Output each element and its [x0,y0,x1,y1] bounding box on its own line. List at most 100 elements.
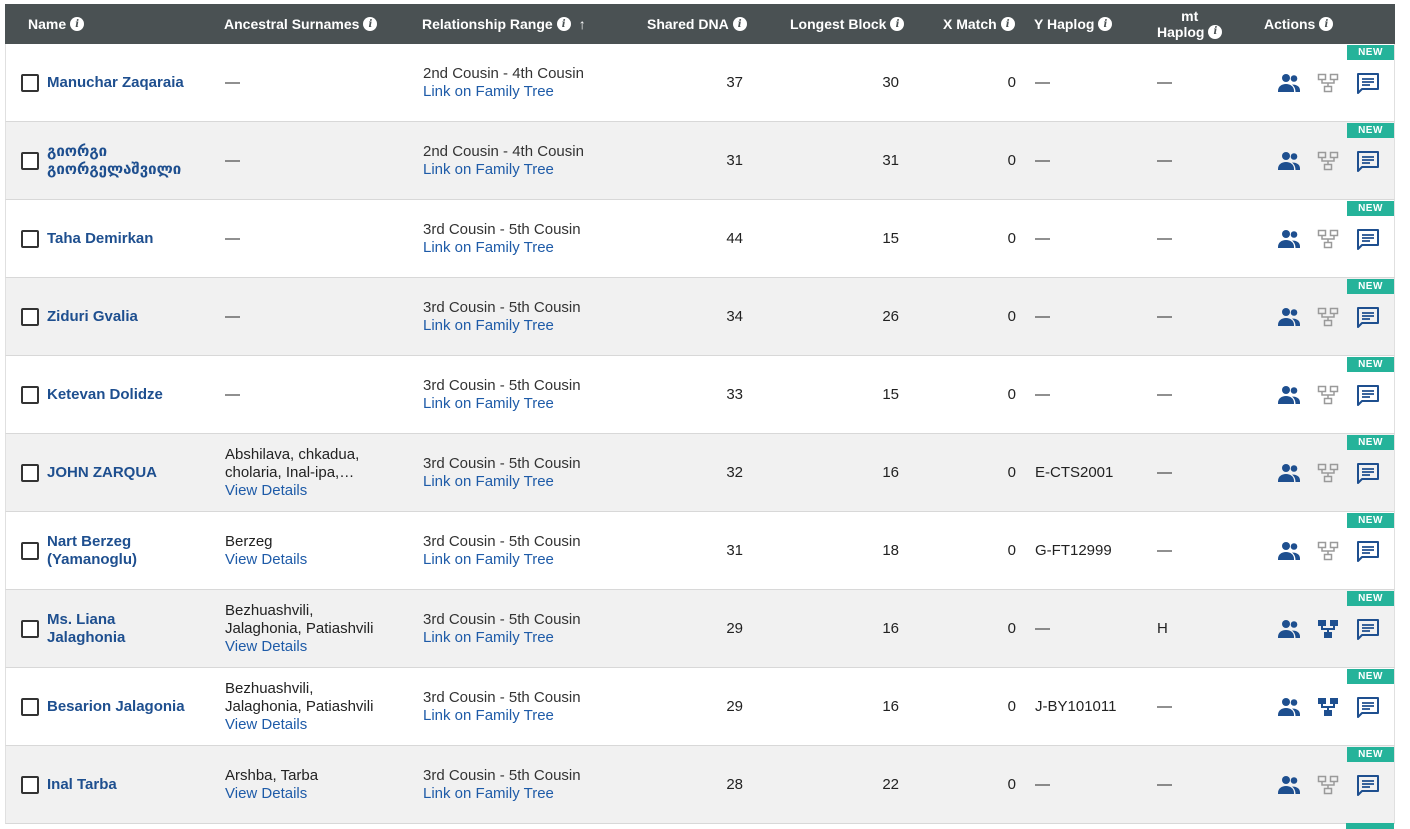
longest-block-value: 18 [806,512,899,589]
longest-block-text: 16 [882,697,899,715]
row-select-checkbox[interactable] [21,542,39,560]
row-select-checkbox[interactable] [21,152,39,170]
column-header-y-haplog[interactable]: Y Haplog i [1034,4,1113,44]
row-select-checkbox[interactable] [21,776,39,794]
match-name-link[interactable]: Ziduri Gvalia [47,278,217,355]
match-name-line[interactable]: Nart Berzeg [47,533,217,551]
message-icon[interactable] [1356,228,1380,250]
info-icon[interactable]: i [556,17,571,31]
link-on-family-tree[interactable]: Link on Family Tree [423,83,643,101]
column-header-relationship-range[interactable]: Relationship Range i ↑ [422,4,586,44]
match-name-link[interactable]: Nart Berzeg (Yamanoglu) [47,512,217,589]
shared-matches-icon[interactable] [1277,384,1301,406]
info-icon[interactable]: i [363,17,378,31]
longest-block-value: 26 [806,278,899,355]
view-details-link[interactable]: View Details [225,638,405,656]
row-select-checkbox[interactable] [21,308,39,326]
view-details-link[interactable]: View Details [225,551,405,569]
match-name-line[interactable]: გიორგელაშვილი [47,161,217,179]
relationship-text: 3rd Cousin - 5th Cousin [423,298,581,316]
row-select-checkbox[interactable] [21,230,39,248]
match-name-link[interactable]: Manuchar Zaqaraia [47,44,217,121]
message-icon[interactable] [1356,384,1380,406]
match-name-line[interactable]: (Yamanoglu) [47,551,217,569]
sort-ascending-icon[interactable]: ↑ [579,16,586,32]
match-name-line[interactable]: გიორგი [47,143,217,161]
shared-matches-icon[interactable] [1277,462,1301,484]
y-haplog-value: E-CTS2001 [1035,434,1145,511]
row-select-checkbox[interactable] [21,698,39,716]
column-header-longest-block[interactable]: Longest Block i [790,4,905,44]
message-icon[interactable] [1356,462,1380,484]
link-on-family-tree[interactable]: Link on Family Tree [423,395,643,413]
shared-matches-icon[interactable] [1277,540,1301,562]
match-name-link[interactable]: გიორგი გიორგელაშვილი [47,122,217,199]
match-name-link[interactable]: Ms. Liana Jalaghonia [47,590,217,667]
match-name-line[interactable]: Jalaghonia [47,629,217,647]
message-icon[interactable] [1356,306,1380,328]
link-on-family-tree[interactable]: Link on Family Tree [423,317,643,335]
shared-matches-icon[interactable] [1277,72,1301,94]
view-details-link[interactable]: View Details [225,482,405,500]
view-details-link[interactable]: View Details [225,716,405,734]
longest-block-value: 15 [806,200,899,277]
match-name-line[interactable]: Manuchar Zaqaraia [47,74,217,92]
shared-matches-icon[interactable] [1277,228,1301,250]
shared-matches-icon[interactable] [1277,618,1301,640]
message-icon[interactable] [1356,774,1380,796]
link-on-family-tree[interactable]: Link on Family Tree [423,239,643,257]
match-name-link[interactable]: Taha Demirkan [47,200,217,277]
info-icon[interactable]: i [70,17,85,31]
row-select-checkbox[interactable] [21,620,39,638]
link-on-family-tree[interactable]: Link on Family Tree [423,629,643,647]
message-icon[interactable] [1356,150,1380,172]
column-header-mt-haplog[interactable]: mt Haplog i [1157,4,1223,44]
column-header-shared-dna[interactable]: Shared DNA i [647,4,747,44]
shared-dna-value: 44 [646,200,743,277]
match-name-line[interactable]: Ms. Liana [47,611,217,629]
column-header-ancestral-surnames[interactable]: Ancestral Surnames i [224,4,378,44]
info-icon[interactable]: i [1000,17,1015,31]
link-on-family-tree[interactable]: Link on Family Tree [423,551,643,569]
link-on-family-tree[interactable]: Link on Family Tree [423,161,643,179]
row-select-checkbox[interactable] [21,386,39,404]
x-match-value: 0 [946,44,1016,121]
match-name-link[interactable]: Besarion Jalagonia [47,668,217,745]
column-header-name[interactable]: Name i [28,4,85,44]
message-icon[interactable] [1356,696,1380,718]
match-name-link[interactable]: Ketevan Dolidze [47,356,217,433]
match-name-line[interactable]: Taha Demirkan [47,230,217,248]
match-name-line[interactable]: JOHN ZARQUA [47,464,217,482]
x-match-value: 0 [946,434,1016,511]
view-details-link[interactable]: View Details [225,785,405,803]
shared-matches-icon[interactable] [1277,306,1301,328]
link-on-family-tree[interactable]: Link on Family Tree [423,707,643,725]
message-icon[interactable] [1356,72,1380,94]
info-icon[interactable]: i [732,17,747,31]
match-name-link[interactable]: Inal Tarba [47,746,217,823]
message-icon[interactable] [1356,540,1380,562]
family-tree-icon[interactable] [1316,618,1340,640]
info-icon[interactable]: i [1098,17,1113,31]
shared-matches-icon[interactable] [1277,696,1301,718]
shared-matches-icon[interactable] [1277,774,1301,796]
family-tree-icon[interactable] [1316,696,1340,718]
link-on-family-tree[interactable]: Link on Family Tree [423,785,643,803]
match-name-line[interactable]: Besarion Jalagonia [47,698,217,716]
link-on-family-tree[interactable]: Link on Family Tree [423,473,643,491]
message-icon[interactable] [1356,618,1380,640]
row-select-checkbox[interactable] [21,464,39,482]
column-header-x-match[interactable]: X Match i [943,4,1015,44]
info-icon[interactable]: i [1208,25,1223,39]
row-select-checkbox[interactable] [21,74,39,92]
shared-matches-icon[interactable] [1277,150,1301,172]
match-name-line[interactable]: Ziduri Gvalia [47,308,217,326]
match-name-link[interactable]: JOHN ZARQUA [47,434,217,511]
match-name-line[interactable]: Ketevan Dolidze [47,386,217,404]
match-name-line[interactable]: Inal Tarba [47,776,217,794]
shared-dna-value: 29 [646,668,743,745]
info-icon[interactable]: i [890,17,905,31]
x-match-value: 0 [946,512,1016,589]
info-icon[interactable]: i [1319,17,1334,31]
shared-dna-value: 33 [646,356,743,433]
